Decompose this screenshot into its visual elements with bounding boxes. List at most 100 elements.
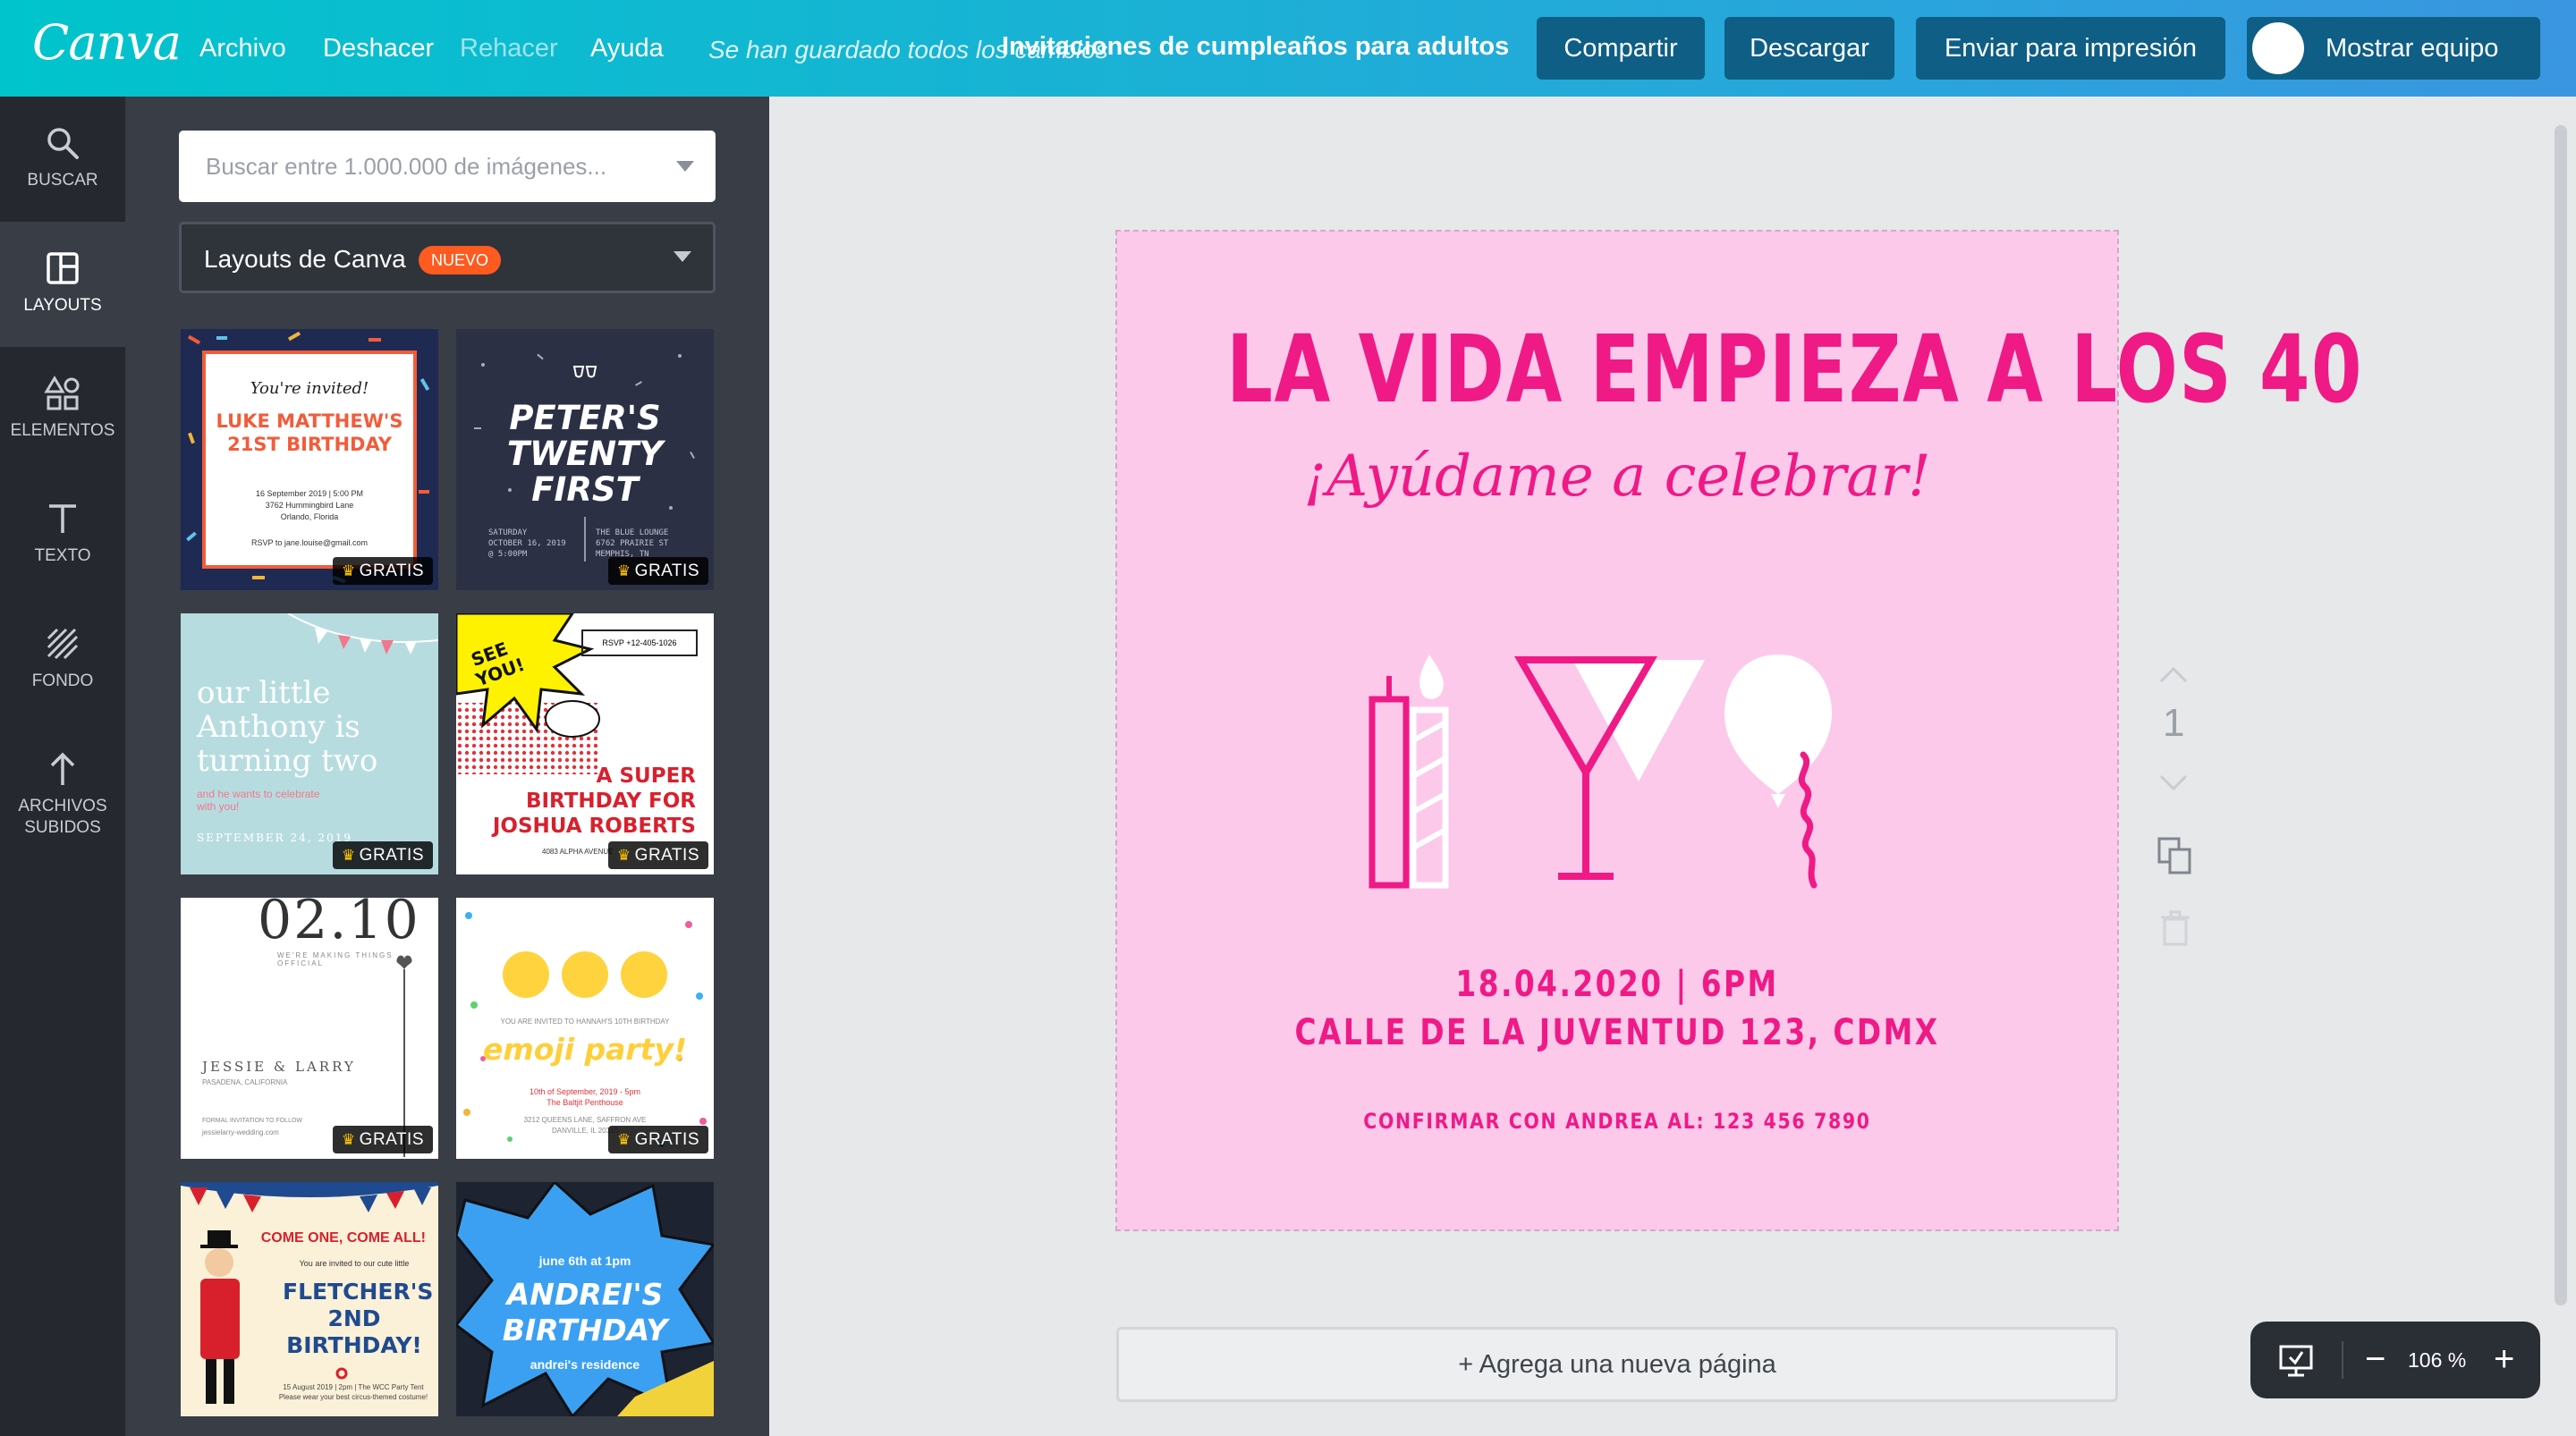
download-button[interactable]: Descargar [1724,17,1894,80]
rsvp-box: RSVP +12-405-1026 [581,629,698,656]
design-page[interactable]: LA VIDA EMPIEZA A LOS 40 ¡Ayúdame a cele… [1115,230,2361,1231]
print-button[interactable]: Enviar para impresión [1916,17,2225,80]
layouts-dropdown[interactable]: Layouts de Canva NUEVO [179,222,716,293]
crown-icon: ♛ [616,562,631,579]
menu-ayuda[interactable]: Ayuda [590,34,664,63]
rail-item-layouts[interactable]: LAYOUTS [0,222,125,347]
rail-item-texto[interactable]: TEXTO [0,472,125,597]
invite-subtitle: and he wants to celebrate with you! [197,788,319,813]
invite-city: PASADENA, CALIFORNIA [202,1078,288,1086]
canva-logo[interactable]: Canva [32,14,182,71]
bunting-icon [287,613,438,655]
invite-when: SATURDAY OCTOBER 16, 2019 @ 5:00PM [488,528,566,560]
free-badge-label: GRATIS [359,562,424,580]
show-team-label: Mostrar equipo [2326,34,2499,63]
invite-line: YOU ARE INVITED TO HANNAH'S 10TH BIRTHDA… [500,1018,670,1026]
canvas-scrollbar[interactable] [2555,125,2567,1305]
design-address[interactable]: CALLE DE LA JUVENTUD 123, CDMX [1207,1012,2028,1053]
invite-date: SEPTEMBER 24, 2019 [197,832,352,844]
free-badge: ♛ GRATIS [607,557,708,585]
invite-when: june 6th at 1pm [538,1254,631,1268]
duplicate-page-icon[interactable] [2156,835,2195,874]
chevron-down-icon [674,251,691,262]
rail-item-buscar[interactable]: BUSCAR [0,97,125,222]
invite-name: LUKE MATTHEW'S 21ST BIRTHDAY [206,410,413,456]
invite-card: You're invited! LUKE MATTHEW'S 21ST BIRT… [202,351,417,569]
team-avatar [2252,22,2304,74]
menu-rehacer[interactable]: Rehacer [460,34,558,63]
invite-where-line2: 6762 PRAIRIE ST [596,539,669,548]
zoom-divider [2342,1341,2343,1379]
layout-thumb-jessie[interactable]: 02.10 WE'RE MAKING THINGS OFFICIAL JESSI… [181,898,438,1159]
invite-when-line3: @ 5:00PM [488,550,528,559]
free-badge-label: GRATIS [634,1130,699,1149]
invite-headline: COME ONE, COME ALL! [260,1230,426,1246]
rail-label-uploads-2: SUBIDOS [24,818,101,837]
layout-thumb-fletcher[interactable]: COME ONE, COME ALL! You are invited to o… [181,1182,438,1416]
invite-details: 15 August 2019 | 2pm | The WCC Party Ten… [277,1382,429,1402]
free-badge-label: GRATIS [359,1130,424,1149]
design-subtitle[interactable]: ¡Ayúdame a celebrar! [1116,443,2118,510]
search-icon [47,128,79,159]
free-badge: ♛ GRATIS [332,1126,433,1153]
rail-item-elementos[interactable]: ELEMENTOS [0,347,125,472]
invite-title-line1: PETER'S [509,399,661,437]
menu-deshacer[interactable]: Deshacer [323,34,434,63]
rail-item-fondo[interactable]: FONDO [0,597,125,722]
delete-page-icon[interactable] [2156,908,2195,948]
layout-thumb-andrei[interactable]: june 6th at 1pm ANDREI'S BIRTHDAY andrei… [456,1182,714,1416]
rail-item-uploads[interactable]: ARCHIVOS SUBIDOS [0,722,125,866]
invite-details-line1: 15 August 2019 | 2pm | The WCC Party Ten… [283,1383,424,1391]
invite-title-line1: FLETCHER'S [283,1279,434,1305]
layout-thumb-luke[interactable]: You're invited! LUKE MATTHEW'S 21ST BIRT… [181,329,438,590]
zoom-in-button[interactable]: + [2494,1338,2514,1381]
free-badge-label: GRATIS [359,846,424,865]
cocktail-glass-icon [1514,656,1705,880]
rail-label-elementos: ELEMENTOS [10,421,115,440]
invite-title-line1: ANDREI'S [506,1277,664,1312]
design-rsvp[interactable]: CONFIRMAR CON ANDREA AL: 123 456 7890 [1191,1109,2043,1134]
invite-subtitle-line1: and he wants to celebrate [197,788,320,800]
free-badge-label: GRATIS [634,562,699,580]
layout-thumb-peter[interactable]: PETER'S TWENTY FIRST SATURDAY OCTOBER 16… [456,329,714,590]
layout-thumb-anthony[interactable]: our little Anthony is turning two and he… [181,613,438,874]
invite-date: 10th of September, 2019 - 5pm [529,1087,641,1096]
party-icons[interactable] [1367,651,1885,892]
zoom-out-button[interactable]: − [2365,1338,2385,1381]
invite-where-line1: THE BLUE LOUNGE [596,528,669,537]
invite-subtitle-line2: with you! [197,800,240,813]
move-page-down-icon[interactable] [2156,771,2191,794]
zoom-level[interactable]: 106 % [2408,1348,2466,1373]
invite-title-line2: 2ND BIRTHDAY! [286,1305,422,1358]
invite-title-line1: our little [197,675,331,711]
chevron-down-icon[interactable] [676,161,694,172]
invite-title: A SUPER BIRTHDAY FOR JOSHUA ROBERTS [493,764,696,839]
menu-archivo[interactable]: Archivo [199,34,286,63]
layout-thumb-emoji[interactable]: YOU ARE INVITED TO HANNAH'S 10TH BIRTHDA… [456,898,714,1159]
document-title[interactable]: Invitaciones de cumpleaños para adultos [1002,32,1509,62]
page-number: 1 [2163,701,2185,745]
invite-title-line2: BIRTHDAY FOR [525,790,696,813]
add-page-button[interactable]: + Agrega una nueva página [1116,1327,2118,1402]
invite-title-line2: TWENTY [506,435,664,473]
invite-when-line2: OCTOBER 16, 2019 [488,539,566,548]
move-page-up-icon[interactable] [2156,663,2191,687]
invite-date: 02.10 [258,898,420,951]
rail-label-fondo: FONDO [31,672,94,690]
invite-name-line2: 21ST BIRTHDAY [227,434,392,455]
design-date[interactable]: 18.04.2020 | 6PM [1207,964,2028,1005]
emoji-icon [621,951,667,998]
upload-icon [50,752,75,785]
invite-name-line1: LUKE MATTHEW'S [216,410,403,432]
image-search-input[interactable]: Buscar entre 1.000.000 de imágenes... [179,131,716,202]
rail-label-layouts: LAYOUTS [23,296,102,315]
invite-heading: You're invited! [250,379,369,398]
free-badge: ♛ GRATIS [607,841,708,869]
background-icon [47,628,79,660]
share-button[interactable]: Compartir [1537,17,1705,80]
present-icon[interactable] [2277,1341,2315,1379]
free-badge: ♛ GRATIS [332,841,433,869]
design-title[interactable]: LA VIDA EMPIEZA A LOS 40 [1226,315,2361,424]
layout-thumb-joshua[interactable]: SEE YOU! RSVP +12-405-1026 A SUPER BIRTH… [456,613,714,874]
emoji-icon [562,951,608,998]
